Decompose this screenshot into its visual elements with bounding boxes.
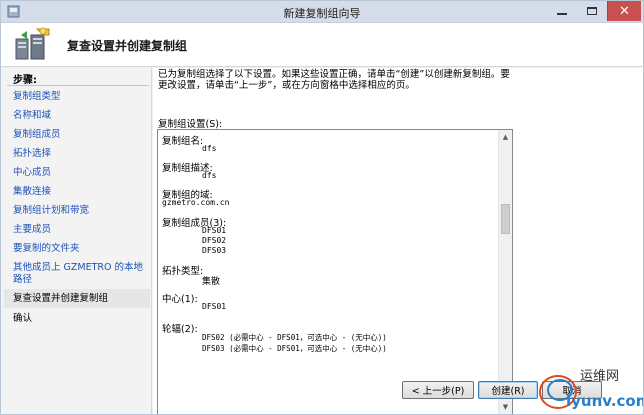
settings-desc-value: dfs [202, 171, 217, 180]
settings-scrollbar[interactable]: ▲ ▼ [498, 130, 512, 414]
wizard-header: 复查设置并创建复制组 [1, 23, 643, 67]
sidebar-step-local-path[interactable]: 其他成员上 GZMETRO 的本地路径 [13, 262, 149, 286]
sidebar-step-topology[interactable]: 拓扑选择 [13, 148, 149, 160]
settings-spoke-label: 轮辐(2): [162, 324, 198, 335]
settings-spoke-item: DFS03 (必需中心 - DFS01，可选中心 - (无中心)) [202, 344, 387, 353]
settings-label: 复制组设置(S): [158, 119, 223, 130]
sidebar-step-replication-type[interactable]: 复制组类型 [13, 91, 149, 103]
scroll-down-arrow-icon[interactable]: ▼ [499, 400, 512, 414]
sidebar-step-confirm: 确认 [13, 313, 33, 324]
scroll-thumb[interactable] [501, 204, 510, 234]
page-title: 复查设置并创建复制组 [67, 39, 188, 53]
sidebar-step-review[interactable]: 复查设置并创建复制组 [4, 289, 150, 308]
settings-member-item: DFS01 [202, 226, 227, 235]
scroll-up-arrow-icon[interactable]: ▲ [499, 130, 512, 144]
steps-divider [7, 85, 149, 86]
sidebar-step-members[interactable]: 复制组成员 [13, 129, 149, 141]
settings-hub-value: DFS01 [202, 302, 227, 311]
back-button[interactable]: < 上一步(P) [402, 381, 474, 399]
settings-name-label: 复制组名: [162, 136, 204, 147]
replication-wizard-icon [15, 27, 50, 60]
sidebar-step-name-domain[interactable]: 名称和域 [13, 110, 149, 122]
settings-textbox[interactable]: 复制组名: dfs 复制组描述: dfs 复制组的域: gzmetro.com.… [157, 129, 513, 414]
sidebar-step-hub-spoke[interactable]: 集散连接 [13, 186, 149, 198]
watermark-cn-text: 运维网 [580, 369, 619, 384]
settings-domain-value: gzmetro.com.cn [162, 198, 230, 207]
settings-member-item: DFS02 [202, 236, 227, 245]
settings-text-content: 复制组名: dfs 复制组描述: dfs 复制组的域: gzmetro.com.… [160, 132, 498, 412]
instructions-text: 已为复制组选择了以下设置。如果这些设置正确，请单击“创建”以创建新复制组。要更改… [158, 69, 510, 91]
settings-hub-label: 中心(1): [162, 294, 198, 305]
steps-sidebar: 步骤: 复制组类型 名称和域 复制组成员 拓扑选择 中心成员 集散连接 复制组计… [1, 68, 152, 414]
sidebar-step-primary-member[interactable]: 主要成员 [13, 224, 149, 236]
sidebar-step-hub-members[interactable]: 中心成员 [13, 167, 149, 179]
settings-member-item: DFS03 [202, 246, 227, 255]
settings-topology-value: 集散 [202, 277, 221, 287]
create-button[interactable]: 创建(R) [478, 381, 538, 399]
site-watermark: 运维网 iyunv.com [539, 369, 644, 410]
steps-heading: 步骤: [13, 75, 37, 86]
maximize-button[interactable] [577, 1, 607, 21]
watermark-url-text: iyunv.com [566, 392, 644, 410]
settings-name-value: dfs [202, 144, 217, 153]
minimize-icon [557, 13, 567, 15]
title-bar: 新建复制组向导 ✕ [1, 1, 643, 23]
maximize-icon [587, 7, 597, 15]
minimize-button[interactable] [547, 1, 577, 21]
close-button[interactable]: ✕ [607, 1, 641, 21]
close-icon: ✕ [619, 3, 630, 19]
settings-spoke-item: DFS02 (必需中心 - DFS01，可选中心 - (无中心)) [202, 333, 387, 342]
wizard-window: 新建复制组向导 ✕ 复查设置并创建复制组 步骤: 复制组类型 名称和域 复制组成… [0, 0, 644, 415]
sidebar-step-folders[interactable]: 要复制的文件夹 [13, 243, 149, 255]
sidebar-step-schedule[interactable]: 复制组计划和带宽 [13, 205, 149, 217]
settings-topology-label: 拓扑类型: [162, 266, 204, 277]
